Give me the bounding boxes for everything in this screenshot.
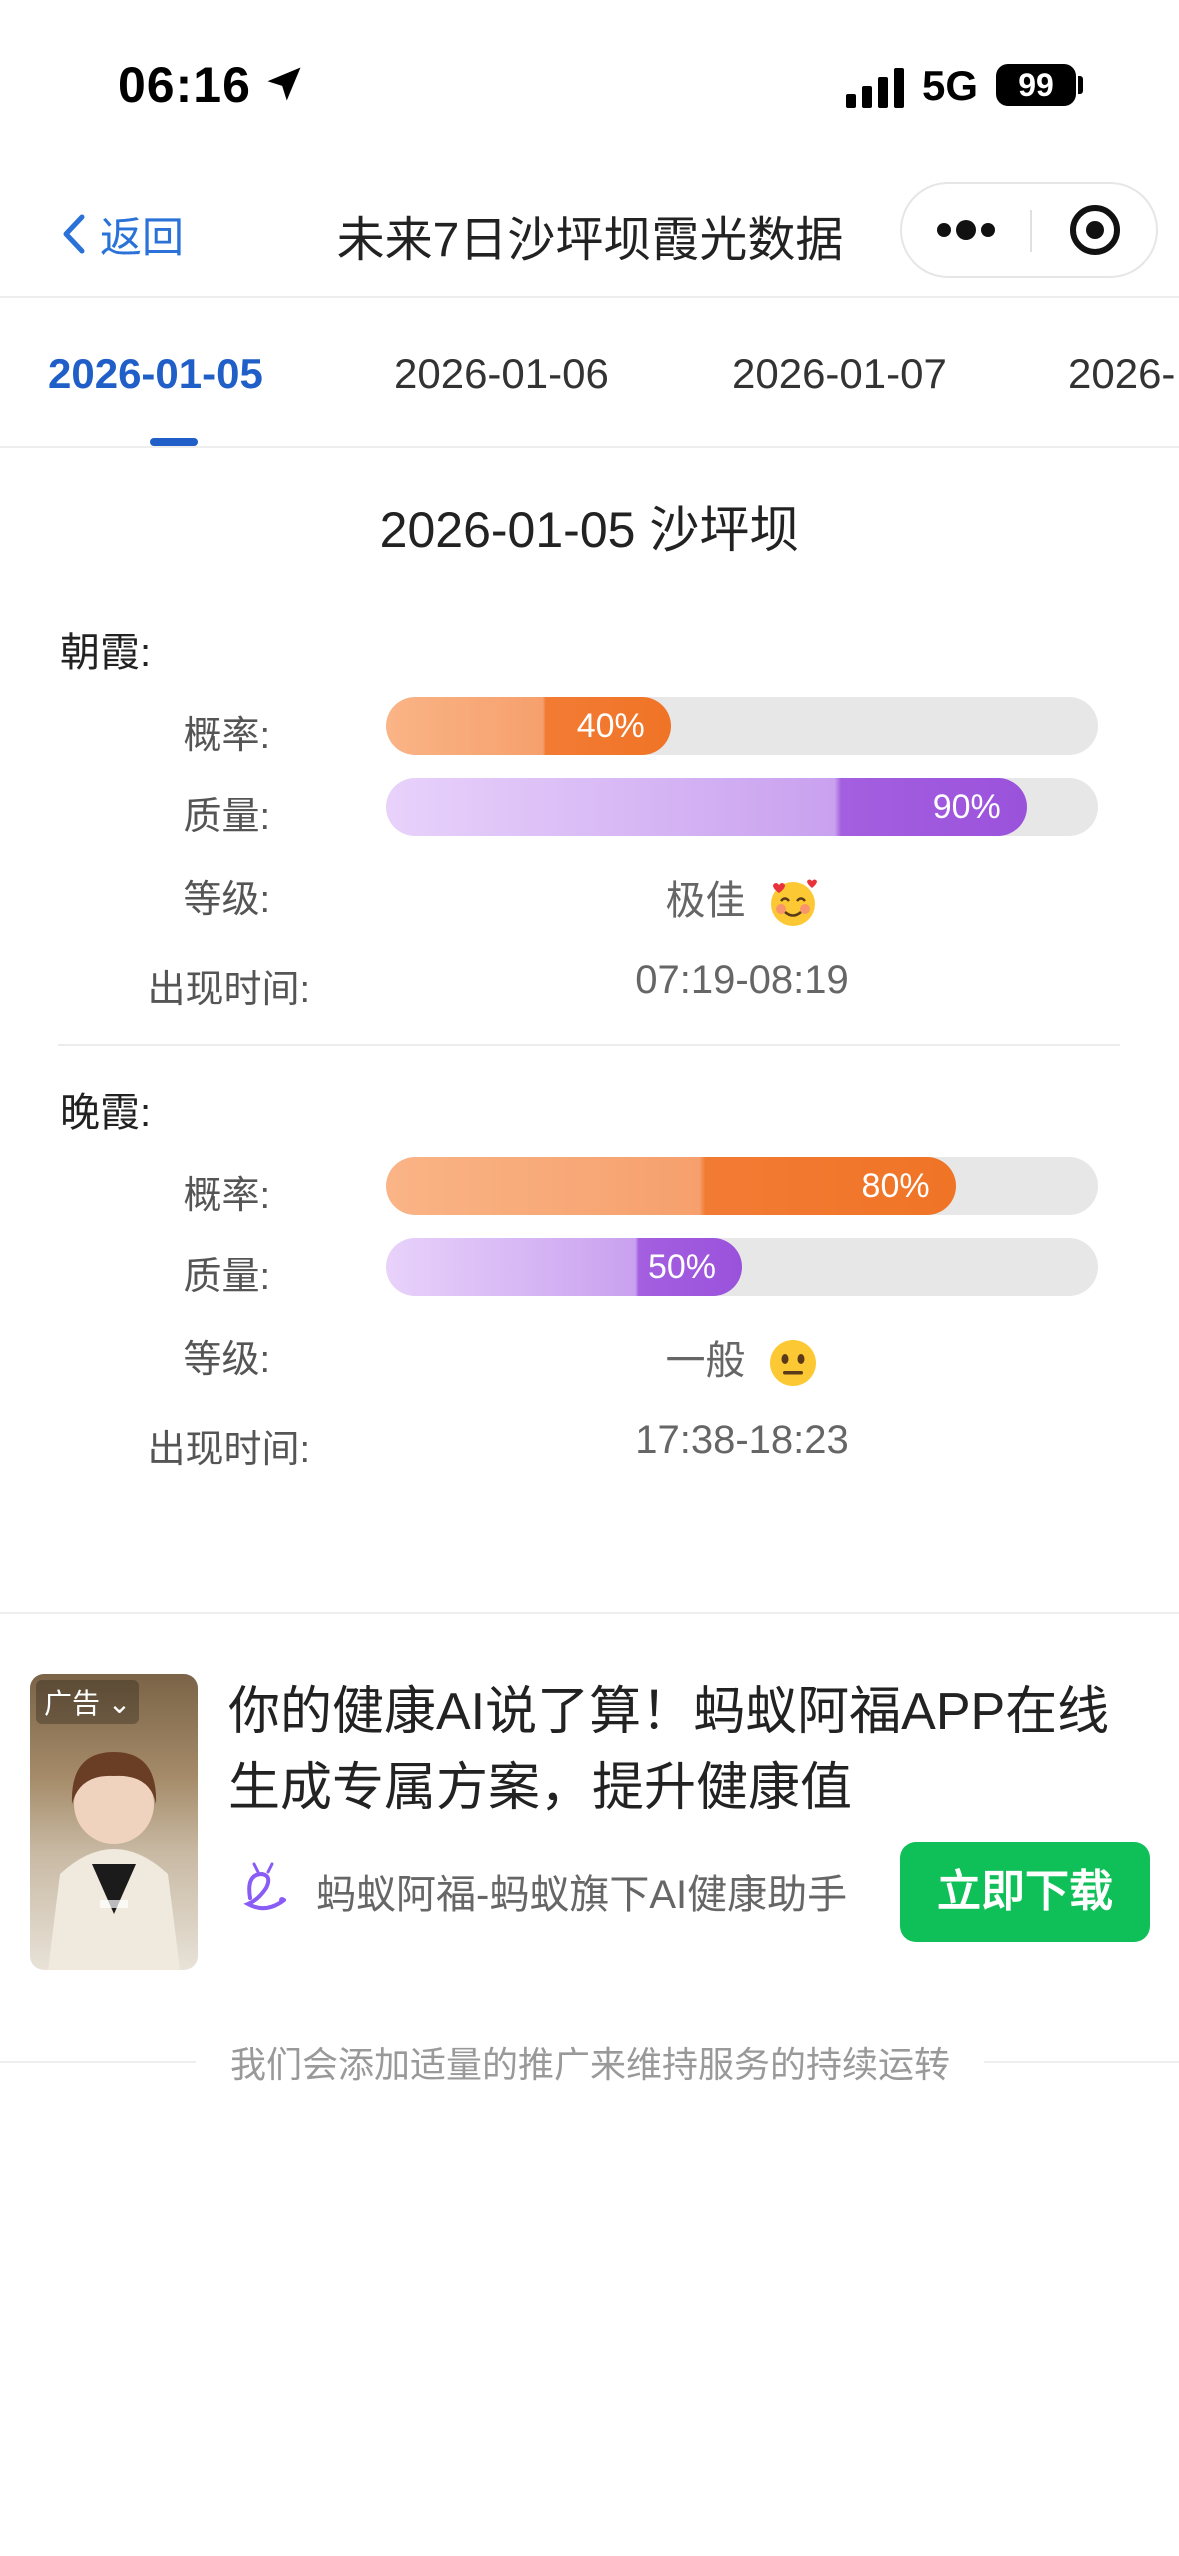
evening-glow-label: 晚霞: (60, 1091, 152, 1135)
active-tab-indicator (150, 438, 198, 446)
nav-bar: 返回 未来7日沙坪坝霞光数据 (0, 170, 1179, 298)
chevron-left-icon (63, 214, 85, 254)
morning-quality-bar: 90% (386, 778, 1098, 836)
download-now-button[interactable]: 立即下载 (900, 1842, 1150, 1942)
evening-quality-label: 质量: (183, 1256, 270, 1298)
morning-grade: 极佳 (386, 868, 1098, 929)
status-bar: 06:16 5G 99 (0, 0, 1179, 170)
brand-logo-icon (243, 1862, 286, 1911)
evening-probability-bar: 80% (386, 1157, 1098, 1215)
morning-grade-text: 极佳 (665, 879, 746, 923)
day-title: 2026-01-05 沙坪坝 (379, 502, 800, 558)
evening-probability-fill: 80% (386, 1157, 956, 1215)
evening-probability-label: 概率: (183, 1175, 270, 1217)
ad-brand-name: 蚂蚁阿福-蚂蚁旗下AI健康助手 (316, 1873, 848, 1917)
chevron-down-icon: ⌄ (100, 1688, 132, 1719)
ad-headline-line2: 生成专属方案，提升健康值 (228, 1759, 853, 1817)
evening-time: 17:38-18:23 (635, 1418, 849, 1462)
smiling-face-with-hearts-icon (770, 879, 817, 927)
footer-line-right (984, 2061, 1179, 2063)
tab-date-3[interactable]: 2026-01-07 (732, 350, 947, 398)
evening-grade: 一般 (386, 1328, 1098, 1389)
network-type: 5G (922, 62, 979, 109)
footer-line-left (0, 2061, 196, 2063)
page-title: 未来7日沙坪坝霞光数据 (336, 214, 844, 267)
footer-note: 我们会添加适量的推广来维持服务的持续运转 (229, 2044, 950, 2085)
battery-icon: 99 (996, 64, 1076, 106)
evening-quality-bar: 50% (386, 1238, 1098, 1296)
more-icon[interactable] (902, 184, 1030, 276)
tab-date-2[interactable]: 2026-01-06 (394, 350, 609, 398)
back-button[interactable]: 返回 (56, 204, 184, 264)
morning-quality-label: 质量: (183, 796, 270, 838)
section-divider (58, 1044, 1120, 1046)
close-target-icon[interactable] (1032, 184, 1158, 276)
neutral-face-icon (769, 1340, 816, 1387)
evening-quality-fill: 50% (386, 1238, 742, 1296)
evening-grade-label: 等级: (183, 1339, 270, 1381)
evening-probability-value: 80% (861, 1167, 930, 1205)
tab-date-4[interactable]: 2026- (1068, 350, 1175, 398)
battery-nub (1078, 76, 1083, 94)
evening-quality-value: 50% (647, 1248, 716, 1286)
status-time: 06:16 (118, 57, 251, 113)
content-ad-separator (0, 1612, 1179, 1614)
morning-quality-value: 90% (932, 788, 1001, 826)
tab-date-1[interactable]: 2026-01-05 (48, 350, 263, 398)
morning-probability-bar: 40% (386, 697, 1098, 755)
morning-probability-value: 40% (576, 707, 645, 745)
morning-probability-fill: 40% (386, 697, 671, 755)
location-arrow-icon (267, 67, 301, 101)
date-tabs: 2026-01-05 2026-01-06 2026-01-07 2026- (0, 298, 1179, 448)
back-label: 返回 (100, 213, 185, 261)
evening-grade-text: 一般 (665, 1339, 746, 1383)
morning-glow-label: 朝霞: (60, 631, 152, 675)
ad-badge[interactable]: 广告 ⌄ (36, 1680, 140, 1724)
morning-grade-label: 等级: (183, 879, 270, 921)
ad-headline[interactable]: 你的健康AI说了算！蚂蚁阿福APP在线 生成专属方案，提升健康值 (228, 1674, 1148, 1826)
ad-headline-line1: 你的健康AI说了算！蚂蚁阿福APP在线 (228, 1683, 1110, 1741)
morning-time: 07:19-08:19 (635, 958, 849, 1002)
morning-probability-label: 概率: (183, 715, 270, 757)
mini-program-capsule (900, 182, 1158, 278)
ad-thumbnail[interactable]: 广告 ⌄ (30, 1674, 198, 1970)
cellular-signal-icon (846, 68, 904, 108)
morning-time-label: 出现时间: (147, 969, 310, 1011)
morning-quality-fill: 90% (386, 778, 1027, 836)
evening-time-label: 出现时间: (147, 1429, 310, 1471)
ad-badge-text: 广告 (44, 1688, 101, 1719)
